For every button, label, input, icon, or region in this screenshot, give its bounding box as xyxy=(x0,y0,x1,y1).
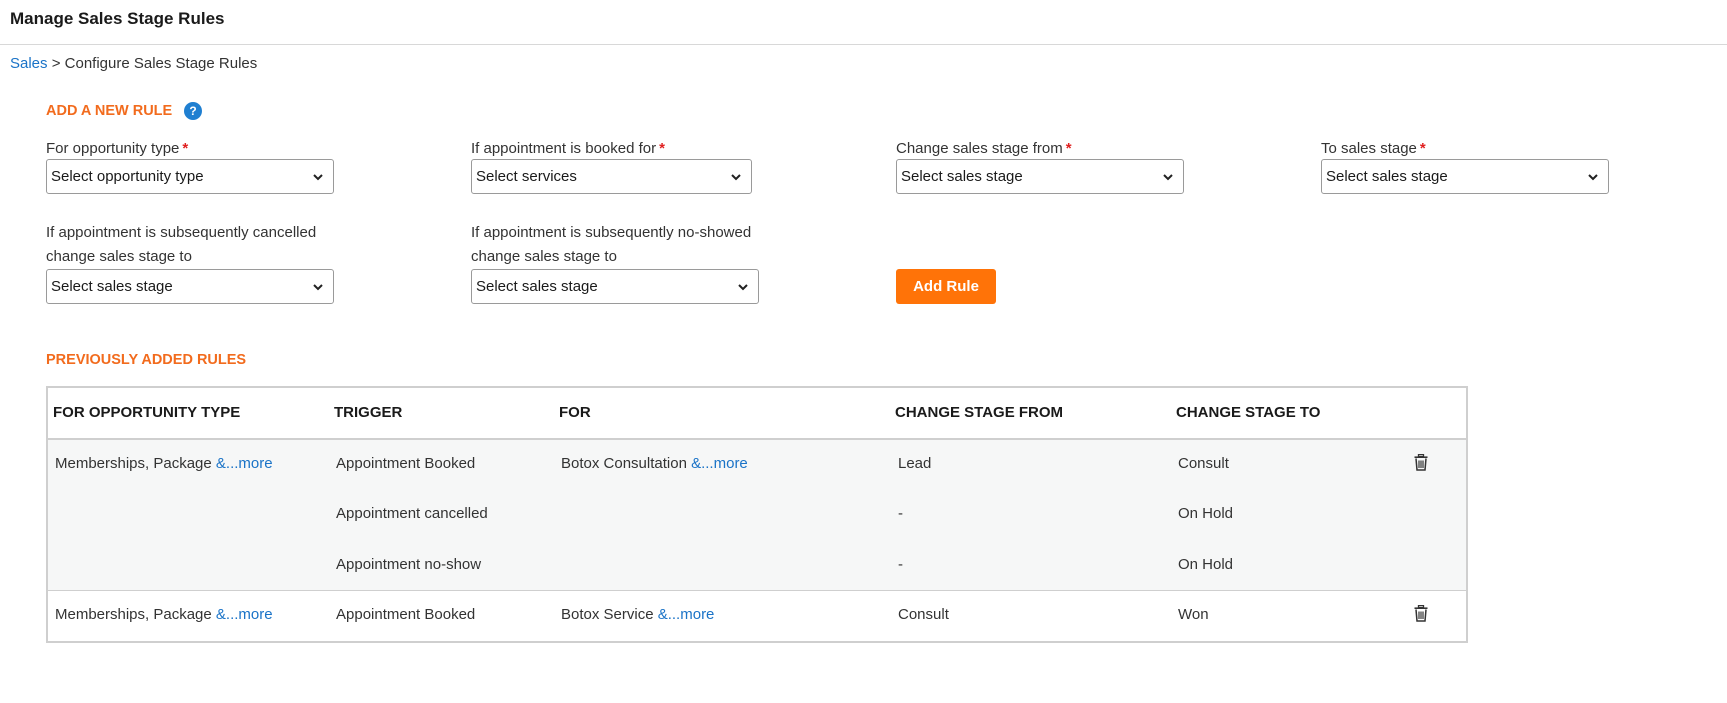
chevron-down-icon xyxy=(738,284,748,291)
trash-icon[interactable] xyxy=(1414,454,1428,471)
noshow-stage-select[interactable]: Select sales stage xyxy=(471,269,759,304)
column-header-change-stage-from: CHANGE STAGE FROM xyxy=(895,404,1064,421)
breadcrumb-current: Configure Sales Stage Rules xyxy=(64,55,258,72)
add-rule-button[interactable]: Add Rule xyxy=(896,269,996,304)
trigger-cell: Appointment Booked xyxy=(336,455,476,472)
table-header: FOR OPPORTUNITY TYPE TRIGGER FOR CHANGE … xyxy=(48,388,1466,440)
more-link[interactable]: &...more xyxy=(216,455,273,472)
trigger-cell: Appointment cancelled xyxy=(336,505,488,522)
opportunity-type-label: For opportunity type * xyxy=(46,140,189,157)
required-marker: * xyxy=(1419,140,1426,157)
opportunity-type-select[interactable]: Select opportunity type xyxy=(46,159,334,194)
more-link[interactable]: &...more xyxy=(216,606,273,623)
required-marker: * xyxy=(1065,140,1072,157)
opportunity-type-cell: Memberships, Package &...more xyxy=(55,455,273,472)
previous-rules-title: PREVIOUSLY ADDED RULES xyxy=(46,352,247,368)
cancelled-stage-select[interactable]: Select sales stage xyxy=(46,269,334,304)
trigger-cell: Appointment no-show xyxy=(336,556,482,573)
for-cell: Botox Service &...more xyxy=(561,606,715,623)
page-header: Manage Sales Stage Rules xyxy=(0,0,1727,45)
help-icon[interactable]: ? xyxy=(184,102,202,120)
trigger-cell: Appointment Booked xyxy=(336,606,476,623)
stage-from-cell: Lead xyxy=(898,455,932,472)
rules-table: FOR OPPORTUNITY TYPE TRIGGER FOR CHANGE … xyxy=(46,386,1468,643)
stage-from-cell: Consult xyxy=(898,606,949,623)
services-select[interactable]: Select services xyxy=(471,159,752,194)
breadcrumb: Sales > Configure Sales Stage Rules xyxy=(10,55,257,72)
cancelled-label: If appointment is subsequently cancelled… xyxy=(46,224,317,265)
chevron-down-icon xyxy=(313,284,323,291)
column-header-opportunity-type: FOR OPPORTUNITY TYPE xyxy=(53,404,241,421)
column-header-trigger: TRIGGER xyxy=(334,404,403,421)
booked-for-label: If appointment is booked for * xyxy=(471,140,665,157)
stage-to-cell: On Hold xyxy=(1178,505,1234,522)
stage-from-cell: - xyxy=(898,505,903,522)
opportunity-type-cell: Memberships, Package &...more xyxy=(55,606,273,623)
stage-from-select[interactable]: Select sales stage xyxy=(896,159,1184,194)
rule-group: Memberships, Package &...more Appointmen… xyxy=(48,440,1466,591)
for-cell: Botox Consultation &...more xyxy=(561,455,748,472)
breadcrumb-link-sales[interactable]: Sales xyxy=(10,55,48,72)
column-header-change-stage-to: CHANGE STAGE TO xyxy=(1176,404,1321,421)
required-marker: * xyxy=(659,140,665,157)
page-title: Manage Sales Stage Rules xyxy=(10,9,225,28)
column-header-for: FOR xyxy=(559,404,591,421)
stage-to-label: To sales stage * xyxy=(1321,140,1426,157)
stage-to-cell: Won xyxy=(1178,606,1209,623)
chevron-down-icon xyxy=(1588,174,1598,181)
chevron-down-icon xyxy=(731,174,741,181)
stage-to-cell: On Hold xyxy=(1178,556,1234,573)
add-rule-title: ADD A NEW RULE xyxy=(46,103,173,119)
required-marker: * xyxy=(182,140,189,157)
breadcrumb-separator: > xyxy=(51,55,61,72)
stage-to-select[interactable]: Select sales stage xyxy=(1321,159,1609,194)
stage-from-cell: - xyxy=(898,556,903,573)
rule-group: Memberships, Package &...more Appointmen… xyxy=(48,591,1466,641)
chevron-down-icon xyxy=(313,174,323,181)
more-link[interactable]: &...more xyxy=(658,606,715,623)
stage-from-label: Change sales stage from * xyxy=(896,140,1072,157)
more-link[interactable]: &...more xyxy=(691,455,748,472)
trash-icon[interactable] xyxy=(1414,605,1428,622)
noshow-label: If appointment is subsequently no-showed… xyxy=(471,224,752,265)
chevron-down-icon xyxy=(1163,174,1173,181)
stage-to-cell: Consult xyxy=(1178,455,1229,472)
